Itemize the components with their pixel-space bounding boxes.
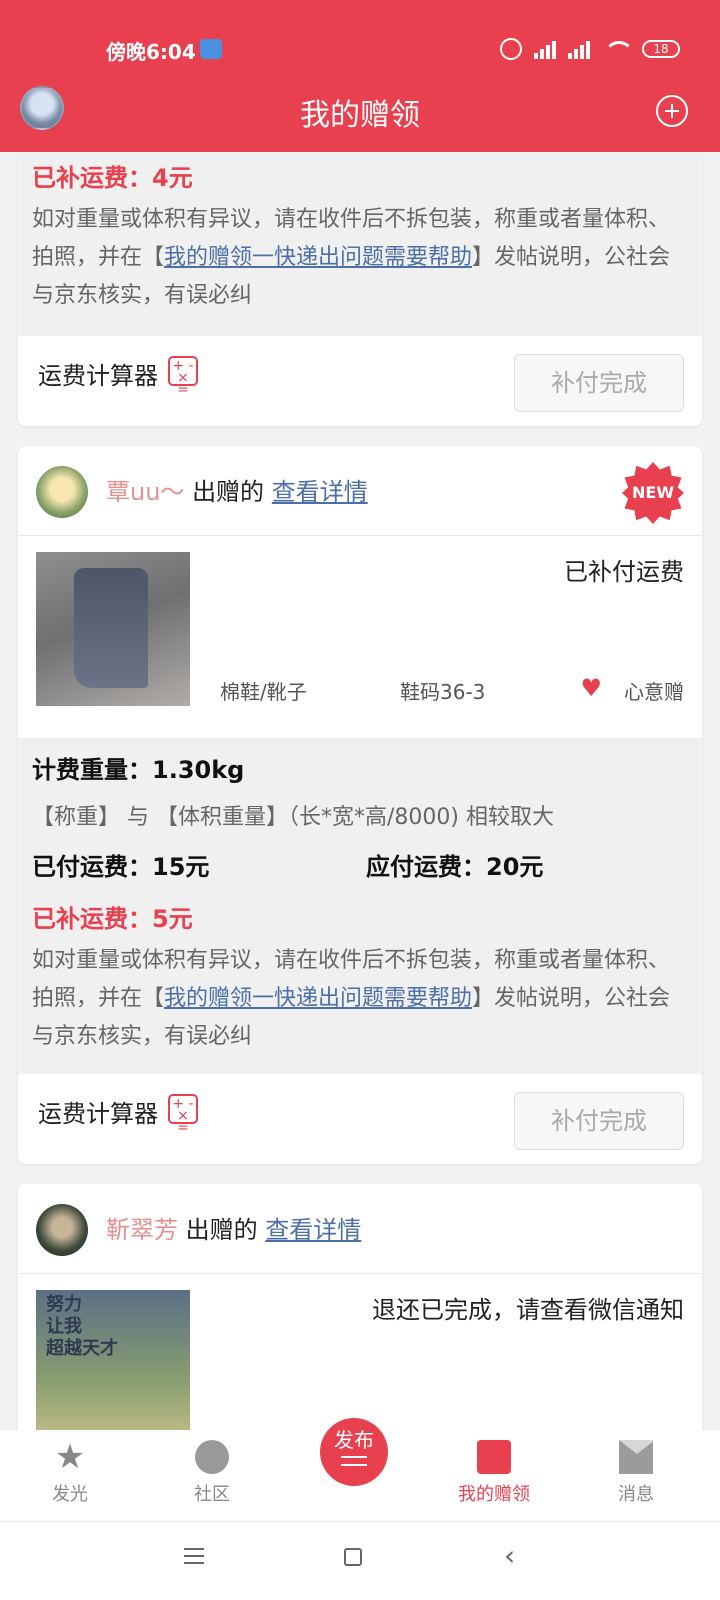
calc-label[interactable]: 运费计算器 — [38, 1094, 158, 1129]
product-row[interactable]: 努力 让我 超越天才 退还已完成，请查看微信通知 — [18, 1274, 702, 1430]
giver-avatar[interactable] — [36, 1204, 88, 1256]
star-icon: ★ — [54, 1437, 86, 1477]
cloud-icon — [200, 39, 222, 59]
product-status: 已补付运费 — [564, 558, 684, 586]
content-scroll[interactable]: 已补运费：4元 如对重量或体积有异议，请在收件后不拆包装，称重或者量体积、拍照，… — [0, 152, 720, 1430]
help-link[interactable]: 我的赠领一快递出问题需要帮助 — [164, 245, 472, 270]
gift-card: 靳翠芳 出赠的 查看详情 努力 让我 超越天才 退还已完成，请查看微信通知 — [18, 1184, 702, 1430]
pay-done-button[interactable]: 补付完成 — [514, 354, 684, 412]
status-icons: 18 — [500, 38, 680, 60]
action-text: 出赠的 — [185, 1216, 258, 1244]
menu-icon[interactable] — [184, 1548, 204, 1564]
book-text-1: 努力 — [46, 1294, 82, 1315]
publish-label: 发布 — [334, 1428, 374, 1452]
calc-label[interactable]: 运费计算器 — [38, 356, 158, 391]
notice-text: 如对重量或体积有异议，请在收件后不拆包装，称重或者量体积、拍照，并在【我的赠领一… — [32, 201, 688, 315]
bottom-bar: ★ 发光 社区 发布 我的赠领 消息 ‹ — [0, 1418, 720, 1600]
book-cover-text: 努力 让我 超越天才 — [46, 1294, 118, 1360]
nav-item-community[interactable]: 社区 — [152, 1440, 272, 1506]
card-header: 覃uu〜 出赠的 查看详情 NEW — [18, 446, 702, 536]
paid-fee: 已付运费：15元 — [32, 853, 210, 881]
publish-lines-icon — [341, 1456, 367, 1466]
gift-book-icon — [477, 1440, 511, 1474]
card-header: 靳翠芳 出赠的 查看详情 — [18, 1184, 702, 1274]
home-icon[interactable] — [344, 1548, 362, 1566]
weight-rule: 【称重】 与 【体积重量】（长*宽*高/8000) 相较取大 — [32, 805, 554, 830]
signal-icon — [534, 39, 556, 59]
giver-avatar[interactable] — [36, 466, 88, 518]
page-title: 我的赠领 — [300, 98, 420, 133]
top-app-bar: 傍晚6:04 18 我的赠领 — [0, 0, 720, 152]
pay-done-button[interactable]: 补付完成 — [514, 1092, 684, 1150]
product-status: 退还已完成，请查看微信通知 — [372, 1296, 684, 1324]
nav-item-glow[interactable]: ★ 发光 — [10, 1440, 130, 1506]
giver-line: 覃uu〜 出赠的 查看详情 — [106, 472, 368, 507]
shipping-info: 计费重量：1.30kg 【称重】 与 【体积重量】（长*宽*高/8000) 相较… — [18, 738, 702, 1074]
bottom-nav: ★ 发光 社区 发布 我的赠领 消息 — [0, 1418, 720, 1522]
nav-label: 发光 — [52, 1484, 88, 1505]
publish-button[interactable]: 发布 — [320, 1418, 388, 1486]
view-detail-link[interactable]: 查看详情 — [272, 478, 368, 506]
fee-row: 已付运费：15元 应付运费：20元 — [32, 847, 688, 891]
nav-item-messages[interactable]: 消息 — [576, 1440, 696, 1506]
battery-icon: 18 — [642, 40, 680, 58]
due-fee: 应付运费：20元 — [366, 853, 544, 881]
status-bar: 傍晚6:04 18 — [0, 36, 720, 66]
nav-label: 我的赠领 — [458, 1484, 530, 1505]
help-link[interactable]: 我的赠领一快递出问题需要帮助 — [164, 986, 472, 1011]
giver-line: 靳翠芳 出赠的 查看详情 — [106, 1210, 361, 1245]
status-time: 傍晚6:04 — [106, 40, 196, 64]
signal-icon-2 — [568, 39, 590, 59]
heart-icon: ♥ — [580, 674, 602, 702]
product-row[interactable]: 已补付运费 棉鞋/靴子 鞋码36-3 ♥ 心意赠 — [18, 536, 702, 738]
back-icon[interactable]: ‹ — [504, 1542, 515, 1570]
product-image[interactable]: 努力 让我 超越天才 — [36, 1290, 190, 1430]
action-text: 出赠的 — [192, 478, 265, 506]
book-text-3: 超越天才 — [46, 1338, 118, 1359]
calculator-icon[interactable]: + - × = — [168, 356, 198, 397]
product-size: 鞋码36-3 — [400, 680, 486, 704]
wifi-icon — [602, 39, 634, 59]
chat-bubble-icon — [195, 1440, 229, 1474]
wish-label: 心意赠 — [624, 680, 684, 704]
giver-name[interactable]: 覃uu〜 — [106, 478, 184, 506]
add-icon[interactable] — [656, 95, 688, 127]
boot-shape — [74, 568, 148, 688]
gift-card: 覃uu〜 出赠的 查看详情 NEW 已补付运费 棉鞋/靴子 鞋码36-3 ♥ 心… — [18, 446, 702, 1164]
view-detail-link[interactable]: 查看详情 — [265, 1216, 361, 1244]
system-navigation: ‹ — [0, 1522, 720, 1600]
nav-label: 消息 — [618, 1484, 654, 1505]
calculator-icon[interactable]: + - × = — [168, 1094, 198, 1135]
product-category: 棉鞋/靴子 — [220, 680, 307, 704]
gift-card-partial: 已补运费：4元 如对重量或体积有异议，请在收件后不拆包装，称重或者量体积、拍照，… — [18, 152, 702, 426]
nav-item-my-gifts[interactable]: 我的赠领 — [434, 1440, 554, 1506]
app-root: 傍晚6:04 18 我的赠领 已补运费：4元 如对重量或体积有异议，请在收件后不… — [0, 0, 720, 1600]
book-text-2: 让我 — [46, 1316, 82, 1337]
notice-text: 如对重量或体积有异议，请在收件后不拆包装，称重或者量体积、拍照，并在【我的赠领一… — [32, 942, 688, 1056]
shipping-info: 已补运费：4元 如对重量或体积有异议，请在收件后不拆包装，称重或者量体积、拍照，… — [18, 152, 702, 336]
giver-name[interactable]: 靳翠芳 — [106, 1216, 178, 1244]
mail-icon — [619, 1440, 653, 1474]
calc-row: 运费计算器 + - × = 补付完成 — [18, 1074, 702, 1164]
nav-label: 社区 — [194, 1484, 230, 1505]
alarm-icon — [500, 38, 522, 60]
product-image[interactable] — [36, 552, 190, 706]
calc-row: 运费计算器 + - × = 补付完成 — [18, 336, 702, 426]
extra-fee-text: 已补运费：4元 — [32, 164, 193, 192]
extra-fee-text: 已补运费：5元 — [32, 905, 193, 933]
billing-weight: 计费重量：1.30kg — [32, 756, 245, 784]
new-badge: NEW — [622, 462, 684, 524]
